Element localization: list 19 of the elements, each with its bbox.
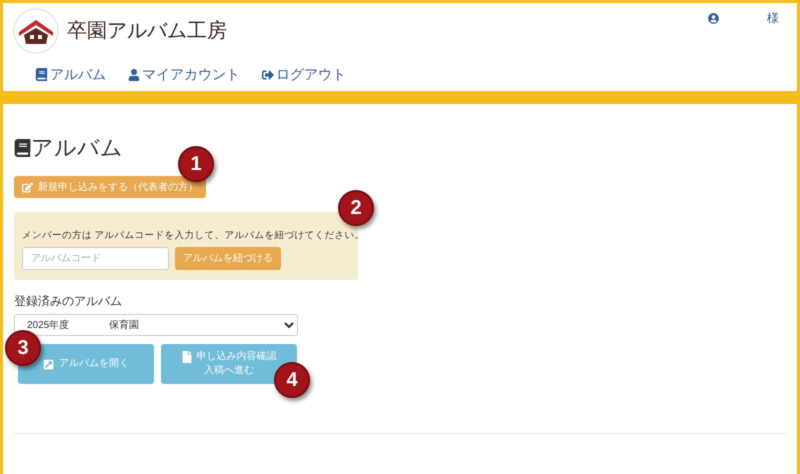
- share-icon: [43, 358, 54, 370]
- nav-link[interactable]: アルバム: [35, 64, 106, 85]
- page-title: アルバム: [31, 134, 123, 162]
- user-icon: [128, 68, 140, 80]
- site-title: 卒園アルバム工房: [67, 19, 227, 44]
- nav-link[interactable]: ログアウト: [262, 64, 346, 85]
- edit-icon: [22, 182, 33, 192]
- book-icon: [14, 138, 31, 156]
- user-name: 様: [767, 10, 779, 27]
- member-message: メンバーの方は アルバムコードを入力して、アルバムを紐づけてください。: [22, 229, 365, 242]
- registered-albums-label: 登録済みのアルバム: [14, 293, 123, 310]
- logout-icon: [262, 68, 274, 80]
- user-avatar-icon: [708, 12, 719, 24]
- album-code-field[interactable]: アルバムコード: [22, 247, 169, 270]
- document-icon: [182, 351, 192, 363]
- house-logo-icon: [13, 8, 59, 54]
- album-select[interactable]: 2025年度 保育園: [14, 314, 298, 336]
- book-icon: [35, 68, 48, 81]
- nav-link[interactable]: マイアカウント: [128, 64, 240, 85]
